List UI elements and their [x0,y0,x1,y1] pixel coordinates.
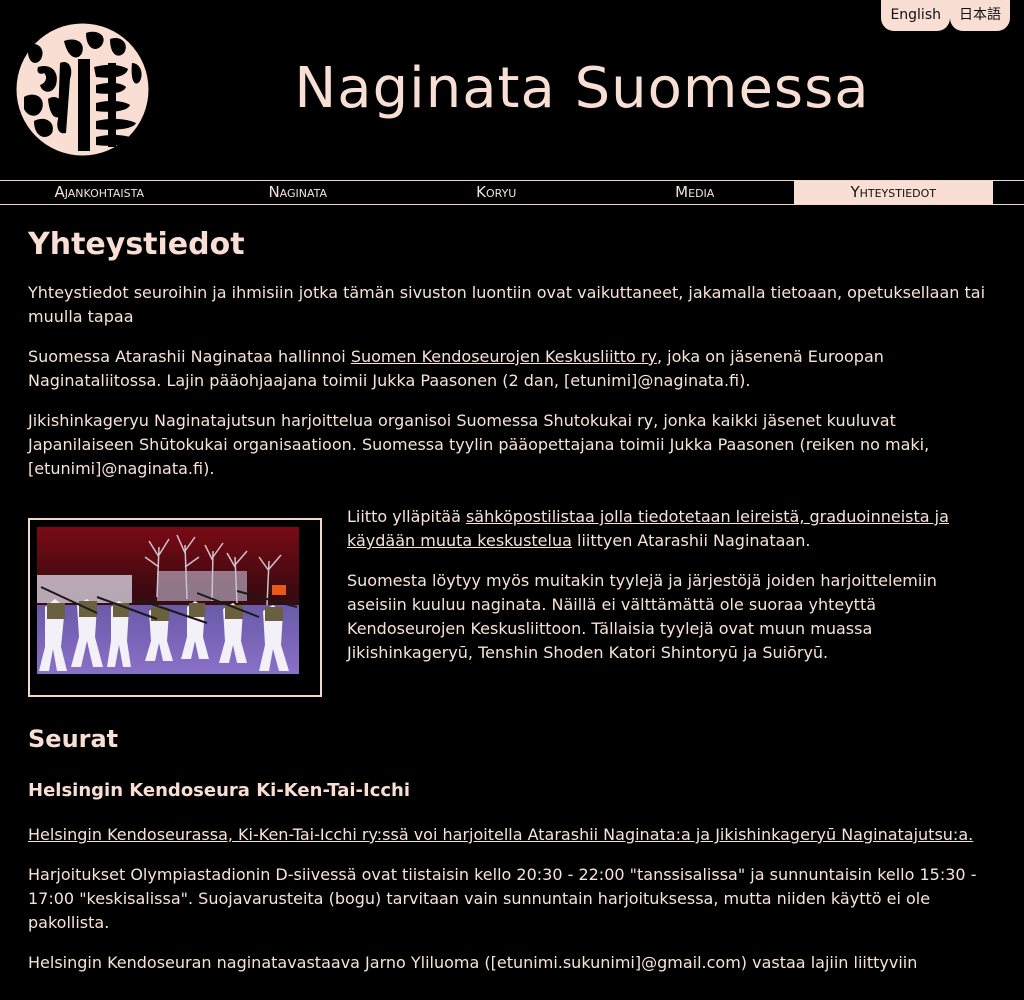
main-navigation: Ajankohtaista Naginata Koryu Media Yhtey… [0,180,1024,205]
figure-row: Liitto ylläpitää sähköpostilistaa jolla … [28,505,988,697]
figure-text: Liitto ylläpitää sähköpostilistaa jolla … [347,505,987,681]
club-link-paragraph: Helsingin Kendoseurassa, Ki-Ken-Tai-Icch… [28,823,988,847]
language-japanese-button[interactable]: 日本語 [950,0,1010,31]
mailing-list-text-after: liittyen Atarashii Naginataan. [571,531,811,550]
mailing-list-paragraph: Liitto ylläpitää sähköpostilistaa jolla … [347,505,987,553]
page-heading: Yhteystiedot [28,227,245,262]
nav-item-yhteystiedot[interactable]: Yhteystiedot [794,181,993,204]
federation-text-before: Suomessa Atarashii Naginataa hallinnoi [28,347,351,366]
main-content: Yhteystiedot Yhteystiedot seuroihin ja i… [28,205,988,991]
club-schedule-paragraph: Harjoitukset Olympiastadionin D-siivessä… [28,865,977,932]
federation-paragraph: Suomessa Atarashii Naginataa hallinnoi S… [28,345,988,393]
nav-item-koryu[interactable]: Koryu [397,181,596,204]
club-contact-paragraph: Helsingin Kendoseuran naginatavastaava J… [28,953,918,972]
club-link[interactable]: Helsingin Kendoseurassa, Ki-Ken-Tai-Icch… [28,825,973,844]
nav-item-ajankohtaista[interactable]: Ajankohtaista [0,181,199,204]
mailing-list-text-before: Liitto ylläpitää [347,507,466,526]
language-switcher: English 日本語 [881,0,1010,31]
club-name-heading: Helsingin Kendoseura Ki-Ken-Tai-Icchi [28,780,411,801]
nav-item-naginata[interactable]: Naginata [199,181,398,204]
language-english-button[interactable]: English [881,0,950,31]
federation-link[interactable]: Suomen Kendoseurojen Keskusliitto ry [351,347,657,366]
naginata-practice-photo [28,518,322,697]
other-styles-paragraph: Suomesta löytyy myös muitakin tyylejä ja… [347,571,937,662]
nav-item-media[interactable]: Media [596,181,795,204]
intro-paragraph: Yhteystiedot seuroihin ja ihmisiin jotka… [28,283,986,326]
jikishinkageryu-paragraph: Jikishinkageryu Naginatajutsun harjoitte… [28,411,930,478]
site-title: Naginata Suomessa [294,56,870,121]
clubs-heading: Seurat [28,725,119,753]
